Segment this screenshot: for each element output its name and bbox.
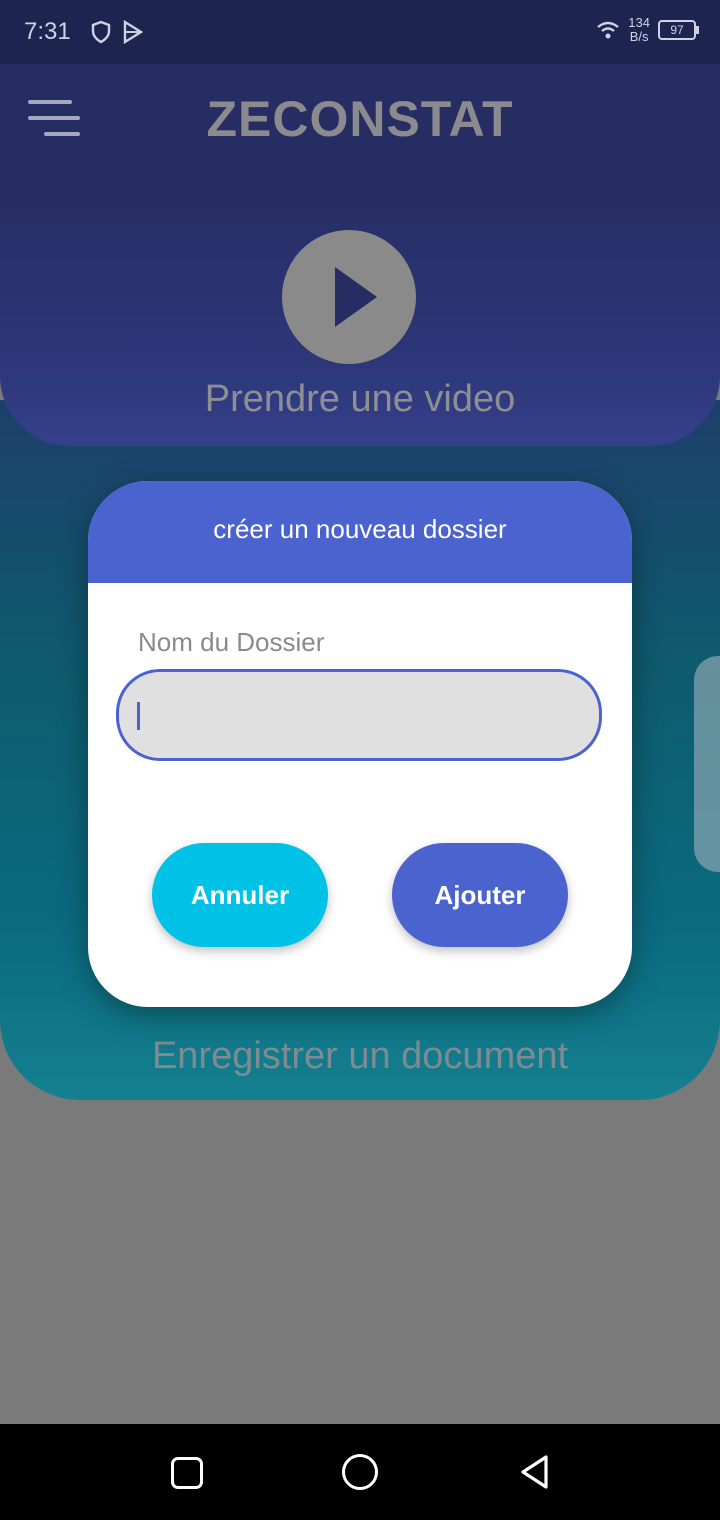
folder-name-input[interactable]	[116, 669, 602, 761]
status-bar: 7:31 134 B/s 97	[0, 0, 720, 64]
system-nav-bar	[0, 1424, 720, 1520]
app-title: ZECONSTAT	[206, 91, 514, 147]
play-icon[interactable]	[282, 230, 416, 364]
play-store-icon	[123, 20, 144, 44]
cancel-button[interactable]: Annuler	[152, 843, 328, 947]
status-time: 7:31	[24, 18, 71, 45]
app-bar: ZECONSTAT	[0, 64, 720, 176]
back-icon[interactable]	[518, 1454, 552, 1490]
recents-icon[interactable]	[171, 1457, 203, 1489]
network-speed: 134 B/s	[628, 15, 650, 44]
battery-level: 97	[670, 23, 684, 37]
new-folder-dialog: créer un nouveau dossier Nom du Dossier …	[88, 481, 632, 1007]
text-cursor	[137, 702, 140, 730]
home-icon[interactable]	[342, 1454, 378, 1490]
record-document-label: Enregistrer un document	[151, 1035, 569, 1077]
wifi-icon	[597, 21, 620, 39]
add-button[interactable]: Ajouter	[392, 843, 568, 947]
battery-icon: 97	[658, 20, 699, 40]
side-panel-handle[interactable]	[694, 656, 720, 872]
folder-name-label: Nom du Dossier	[138, 627, 325, 657]
shield-icon	[91, 20, 111, 44]
take-video-label: Prendre une video	[204, 378, 516, 420]
take-video-card[interactable]: Prendre une video	[0, 176, 720, 446]
dialog-title: créer un nouveau dossier	[88, 481, 632, 583]
